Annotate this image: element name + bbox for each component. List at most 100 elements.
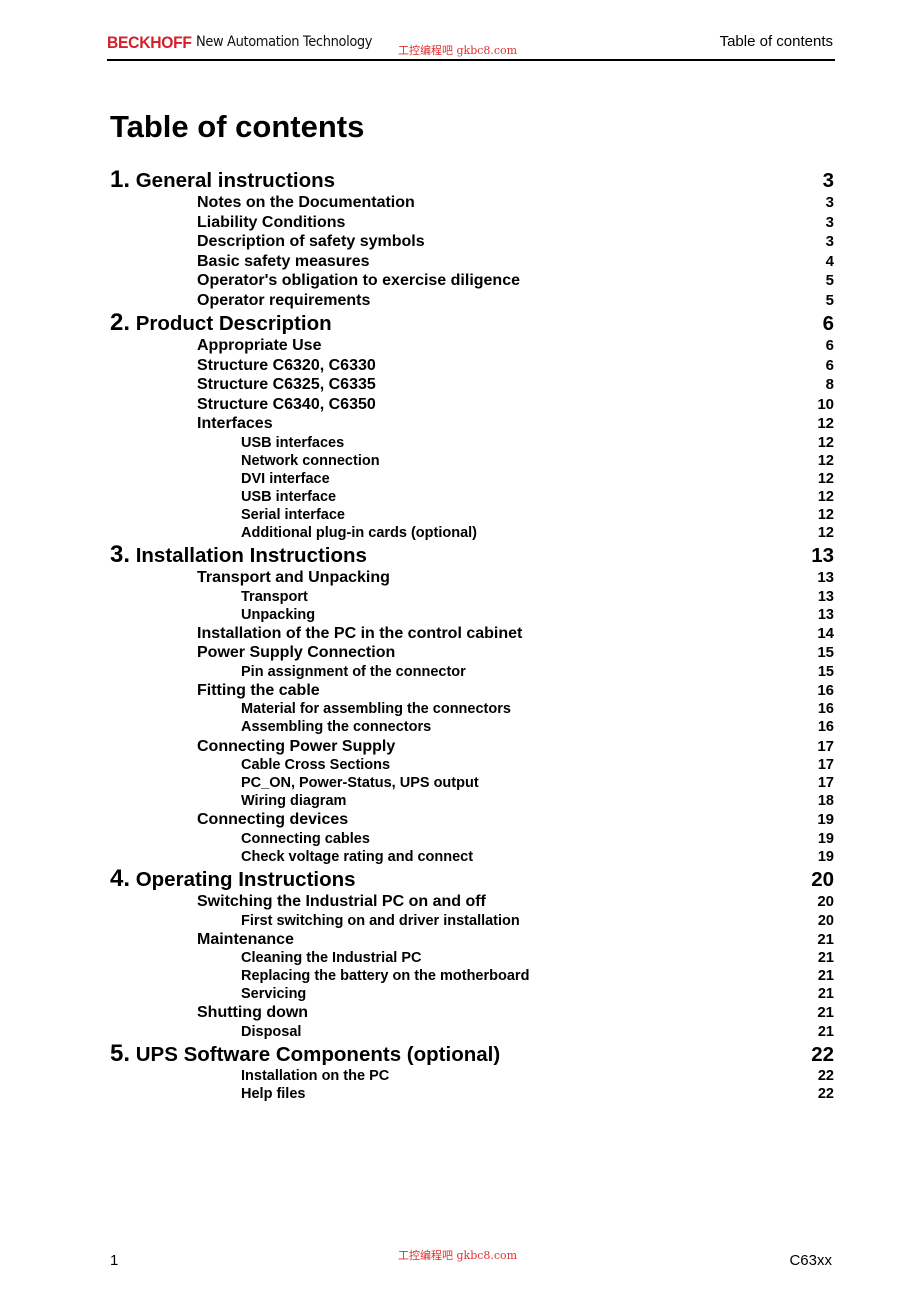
toc-entry-title: Transport and Unpacking xyxy=(197,568,390,588)
toc-entry-label: Serial interface xyxy=(241,506,345,523)
toc-section-entry[interactable]: Interfaces 12 xyxy=(110,414,834,434)
toc-subsection-entry[interactable]: Network connection 12 xyxy=(110,452,834,470)
toc-page-number: 3 xyxy=(825,233,834,250)
toc-subsection-entry[interactable]: Connecting cables 19 xyxy=(110,830,834,848)
toc-entry-label: PC_ON, Power-Status, UPS output xyxy=(241,775,479,792)
toc-subsection-entry[interactable]: PC_ON, Power-Status, UPS output 17 xyxy=(110,774,834,792)
toc-entry-title: Structure C6340, C6350 xyxy=(197,395,376,415)
toc-subsection-entry[interactable]: First switching on and driver installati… xyxy=(110,912,834,930)
toc-entry-title: Connecting cables xyxy=(241,830,370,848)
toc-section-entry[interactable]: Description of safety symbols 3 xyxy=(110,232,834,252)
toc-subsection-entry[interactable]: Additional plug-in cards (optional) 12 xyxy=(110,524,834,542)
toc-subsection-entry[interactable]: Serial interface 12 xyxy=(110,506,834,524)
toc-entry-label: Servicing xyxy=(241,986,307,1003)
toc-page-number: 12 xyxy=(817,506,834,523)
toc-section-entry[interactable]: Structure C6325, C6335 8 xyxy=(110,375,834,395)
toc-entry-label: Replacing the battery on the motherboard xyxy=(241,968,530,985)
toc-subsection-entry[interactable]: Wiring diagram 18 xyxy=(110,792,834,810)
toc-entry-title: Shutting down xyxy=(197,1003,308,1023)
toc-chapter-entry[interactable]: 4. Operating Instructions 20 xyxy=(110,866,834,892)
toc-subsection-entry[interactable]: Disposal 21 xyxy=(110,1023,834,1041)
toc-entry-title: DVI interface xyxy=(241,470,330,488)
toc-section-entry[interactable]: Liability Conditions 3 xyxy=(110,213,834,233)
toc-subsection-entry[interactable]: DVI interface 12 xyxy=(110,470,834,488)
toc-chapter-entry[interactable]: 2. Product Description 6 xyxy=(110,310,834,336)
toc-page-number: 21 xyxy=(817,1004,834,1022)
toc-page-number: 12 xyxy=(817,488,834,505)
toc-entry-title: Connecting Power Supply xyxy=(197,737,395,757)
toc-subsection-entry[interactable]: USB interfaces 12 xyxy=(110,434,834,452)
toc-subsection-entry[interactable]: USB interface 12 xyxy=(110,488,834,506)
toc-entry-title: Structure C6320, C6330 xyxy=(197,356,376,376)
toc-entry-label: UPS Software Components (optional) xyxy=(135,1042,501,1066)
toc-page-number: 5 xyxy=(825,291,834,309)
toc-section-entry[interactable]: Operator's obligation to exercise dilige… xyxy=(110,271,834,291)
toc-section-entry[interactable]: Appropriate Use 6 xyxy=(110,336,834,356)
toc-subsection-entry[interactable]: Cable Cross Sections 17 xyxy=(110,756,834,774)
toc-page-number: 21 xyxy=(817,950,834,967)
toc-section-entry[interactable]: Shutting down 21 xyxy=(110,1003,834,1023)
toc-subsection-entry[interactable]: Help files 22 xyxy=(110,1085,834,1103)
toc-page-number: 21 xyxy=(817,968,834,985)
toc-section-entry[interactable]: Maintenance 21 xyxy=(110,930,834,950)
toc-entry-title: Network connection xyxy=(241,452,380,470)
toc-subsection-entry[interactable]: Assembling the connectors 16 xyxy=(110,718,834,736)
toc-entry-label: Network connection xyxy=(241,452,380,469)
toc-section-entry[interactable]: Basic safety measures 4 xyxy=(110,252,834,272)
toc-section-entry[interactable]: Fitting the cable 16 xyxy=(110,681,834,701)
toc-page-number: 13 xyxy=(811,544,834,568)
toc-section-entry[interactable]: Switching the Industrial PC on and off 20 xyxy=(110,892,834,912)
toc-entry-title: First switching on and driver installati… xyxy=(241,912,520,930)
toc-entry-label: USB interfaces xyxy=(241,434,345,451)
toc-section-entry[interactable]: Structure C6320, C6330 6 xyxy=(110,356,834,376)
toc-chapter-entry[interactable]: 3. Installation Instructions 13 xyxy=(110,542,834,568)
toc-chapter-entry[interactable]: 5. UPS Software Components (optional) 22 xyxy=(110,1040,834,1067)
toc-entry-title: Operator's obligation to exercise dilige… xyxy=(197,271,520,291)
toc-subsection-entry[interactable]: Unpacking 13 xyxy=(110,606,834,624)
toc-page-number: 12 xyxy=(817,415,834,432)
toc-section-entry[interactable]: Connecting devices 19 xyxy=(110,810,834,830)
toc-page-number: 13 xyxy=(817,606,834,623)
toc-subsection-entry[interactable]: Replacing the battery on the motherboard… xyxy=(110,967,834,985)
toc-page-number: 20 xyxy=(817,912,834,929)
toc-entry-title: Switching the Industrial PC on and off xyxy=(197,892,486,912)
toc-entry-label: Check voltage rating and connect xyxy=(241,848,474,865)
toc-section-entry[interactable]: Connecting Power Supply 17 xyxy=(110,737,834,757)
page-title: Table of contents xyxy=(110,109,365,144)
toc-section-entry[interactable]: Power Supply Connection 15 xyxy=(110,643,834,663)
table-of-contents: 1. General instructions 3 Notes on the Doc… xyxy=(110,167,834,1103)
toc-chapter-entry[interactable]: 1. General instructions 3 xyxy=(110,167,834,193)
toc-section-entry[interactable]: Installation of the PC in the control ca… xyxy=(110,624,834,644)
toc-entry-title: Material for assembling the connectors xyxy=(241,700,511,718)
toc-subsection-entry[interactable]: Check voltage rating and connect 19 xyxy=(110,848,834,866)
toc-subsection-entry[interactable]: Transport 13 xyxy=(110,588,834,606)
toc-entry-label: Operator requirements xyxy=(197,291,371,309)
toc-entry-title: Liability Conditions xyxy=(197,213,345,233)
toc-page-number: 17 xyxy=(817,757,834,774)
toc-entry-label: Product Description xyxy=(135,312,332,335)
toc-page-number: 19 xyxy=(817,811,834,829)
toc-page-number: 12 xyxy=(817,434,834,451)
toc-page-number: 22 xyxy=(817,1086,834,1103)
toc-entry-label: Cable Cross Sections xyxy=(241,757,391,774)
toc-entry-label: Wiring diagram xyxy=(241,793,347,810)
toc-section-entry[interactable]: Structure C6340, C6350 10 xyxy=(110,395,834,415)
toc-entry-label: Operator's obligation to exercise dilige… xyxy=(197,272,520,289)
toc-entry-title: Cable Cross Sections xyxy=(241,756,390,774)
toc-subsection-entry[interactable]: Servicing 21 xyxy=(110,985,834,1003)
toc-page-number: 6 xyxy=(822,312,834,335)
toc-entry-label: Connecting devices xyxy=(197,811,349,829)
toc-section-entry[interactable]: Notes on the Documentation 3 xyxy=(110,193,834,213)
toc-subsection-entry[interactable]: Cleaning the Industrial PC 21 xyxy=(110,949,834,967)
toc-entry-label: Installation of the PC in the control ca… xyxy=(197,624,523,642)
footer-product: C63xx xyxy=(789,1252,832,1269)
toc-section-entry[interactable]: Transport and Unpacking 13 xyxy=(110,568,834,588)
toc-subsection-entry[interactable]: Material for assembling the connectors 16 xyxy=(110,700,834,718)
toc-entry-title: Structure C6325, C6335 xyxy=(197,375,376,395)
toc-entry-title: Connecting devices xyxy=(197,810,348,830)
toc-page-number: 16 xyxy=(817,701,834,718)
toc-page-number: 13 xyxy=(817,588,834,605)
toc-subsection-entry[interactable]: Pin assignment of the connector 15 xyxy=(110,663,834,681)
toc-section-entry[interactable]: Operator requirements 5 xyxy=(110,291,834,311)
toc-subsection-entry[interactable]: Installation on the PC 22 xyxy=(110,1067,834,1085)
